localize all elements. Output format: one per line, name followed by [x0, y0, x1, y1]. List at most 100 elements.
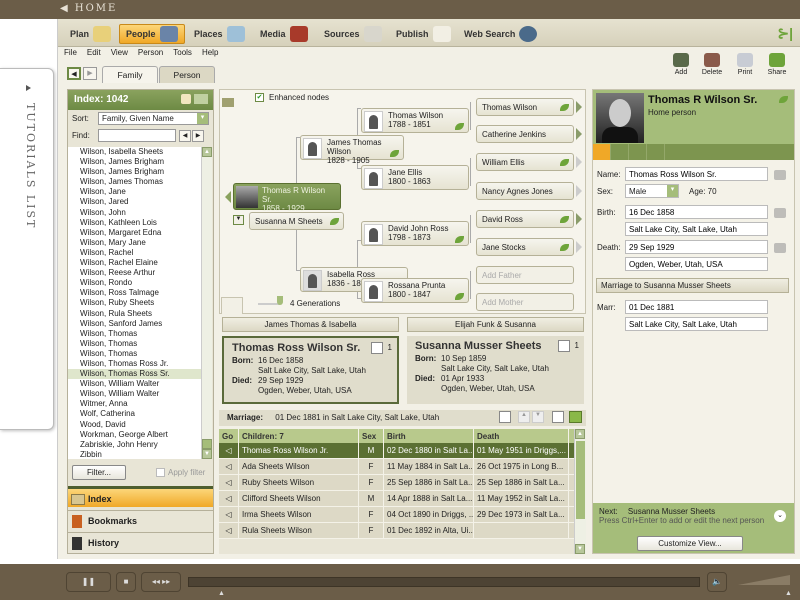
child-row[interactable]: ◁ Rula Sheets Wilson F 01 Dec 1892 in Alta,… — [219, 523, 586, 539]
expand-right-icon[interactable] — [576, 213, 582, 225]
mode-plan[interactable]: Plan — [64, 24, 117, 44]
index-list-item[interactable]: Wilson, James Brigham — [68, 157, 201, 167]
family-icon[interactable] — [499, 411, 511, 423]
index-list-item[interactable]: Zibbin — [68, 450, 201, 459]
pause-button[interactable]: ❚❚ — [66, 572, 111, 592]
stop-button[interactable]: ■ — [116, 572, 136, 592]
add-mother-button[interactable]: Add Mother — [476, 293, 574, 311]
tree-node-root[interactable]: Thomas R Wilson Sr. 1858 - 1929 — [233, 183, 341, 213]
menu-person[interactable]: Person — [138, 48, 163, 62]
index-list-item[interactable]: Wilson, Margaret Edna — [68, 228, 201, 238]
share-button[interactable]: Share — [764, 53, 790, 76]
go-arrow-icon[interactable]: ◁ — [219, 459, 239, 474]
scroll-up-icon[interactable]: ▲ — [575, 429, 585, 439]
tree-node-great-grandparent[interactable]: David Ross — [476, 210, 574, 228]
leaf-hint-icon[interactable] — [779, 96, 788, 103]
wife-parents-button[interactable]: Elijah Funk & Susanna — [407, 317, 584, 332]
move-up-button[interactable]: ▲ — [518, 411, 530, 423]
go-arrow-icon[interactable]: ◁ — [219, 475, 239, 490]
index-list-item[interactable]: Wilson, Rachel Elaine — [68, 258, 201, 268]
tab-family[interactable]: Family — [102, 66, 158, 83]
index-list-item[interactable]: Wilson, Rachel — [68, 248, 201, 258]
columns-menu-icon[interactable] — [194, 94, 208, 104]
go-arrow-icon[interactable]: ◁ — [219, 523, 239, 538]
index-list-item[interactable]: Wilson, William Walter — [68, 389, 201, 399]
expand-left-icon[interactable] — [225, 191, 231, 203]
expand-right-icon[interactable] — [576, 185, 582, 197]
menu-file[interactable]: File — [64, 48, 77, 62]
name-field[interactable] — [625, 167, 768, 181]
nav-index[interactable]: Index — [68, 486, 213, 507]
sex-select[interactable]: Male ▾ — [625, 184, 679, 198]
index-list-item[interactable]: Wilson, James Thomas — [68, 177, 201, 187]
sort-select[interactable]: Family, Given Name ▾ — [98, 112, 209, 125]
birth-date-field[interactable] — [625, 205, 768, 219]
person-photo[interactable] — [596, 93, 644, 143]
refresh-icon[interactable] — [552, 411, 564, 423]
tree-node-maternal-grandmother[interactable]: Rossana Prunta 1800 - 1847 — [361, 278, 469, 303]
index-list-item[interactable]: Zabriskie, John Henry — [68, 440, 201, 450]
nav-history[interactable]: History — [68, 532, 213, 553]
go-arrow-icon[interactable]: ◁ — [219, 491, 239, 506]
husband-card[interactable]: Thomas Ross Wilson Sr. 1 Born: 16 Dec 185… — [222, 336, 399, 404]
index-list-item[interactable]: Wilson, Rondo — [68, 278, 201, 288]
marriage-date-field[interactable] — [625, 300, 768, 314]
find-next-button[interactable]: ▶ — [192, 129, 204, 142]
delete-button[interactable]: Delete — [699, 53, 725, 76]
print-button[interactable]: Print — [732, 53, 758, 76]
child-row[interactable]: ◁ Ruby Sheets Wilson F 25 Sep 1886 in Salt … — [219, 475, 586, 491]
index-list-item[interactable]: Wilson, Mary Jane — [68, 238, 201, 248]
notes-tab-icon[interactable] — [629, 144, 647, 160]
go-arrow-icon[interactable]: ◁ — [219, 507, 239, 522]
tree-node-spouse[interactable]: Susanna M Sheets — [249, 212, 344, 230]
index-list-item[interactable]: Wilson, Thomas — [68, 339, 201, 349]
mode-media[interactable]: Media — [254, 24, 314, 44]
wife-card[interactable]: Susanna Musser Sheets 1 Born: 10 Sep 1859… — [407, 336, 584, 404]
tutorials-list-panel[interactable]: TUTORIALS LIST — [0, 68, 54, 430]
scroll-up-icon[interactable]: ▲ — [202, 147, 212, 157]
index-list-item[interactable]: Wilson, Kathleen Lois — [68, 218, 201, 228]
index-list-item[interactable]: Wilson, Reese Arthur — [68, 268, 201, 278]
expand-next-icon[interactable]: ⌄ — [774, 510, 786, 522]
mode-web-search[interactable]: Web Search — [458, 24, 543, 44]
expand-right-icon[interactable] — [576, 156, 582, 168]
enhanced-nodes-checkbox[interactable]: ✔ — [255, 93, 264, 102]
index-list-item[interactable]: Wilson, Jared — [68, 197, 201, 207]
sources-tab-icon[interactable] — [647, 144, 665, 160]
edit-death-icon[interactable] — [774, 243, 786, 253]
index-list-item[interactable]: Wilson, Isabella Sheets — [68, 147, 201, 157]
scroll-down-icon[interactable]: ▼ — [202, 449, 212, 459]
index-list-item[interactable]: Wilson, Jane — [68, 187, 201, 197]
find-prev-button[interactable]: ◀ — [179, 129, 191, 142]
menu-view[interactable]: View — [111, 48, 128, 62]
home-person-icon[interactable] — [181, 94, 191, 104]
mode-places[interactable]: Places — [188, 24, 251, 44]
index-list-item[interactable]: Wolf, Catherina — [68, 409, 201, 419]
volume-slider[interactable] — [738, 575, 790, 585]
tree-node-maternal-grandfather[interactable]: David John Ross 1798 - 1873 — [361, 221, 469, 246]
child-row[interactable]: ◁ Ada Sheets Wilson F 11 May 1884 in Salt L… — [219, 459, 586, 475]
apply-filter-checkbox[interactable] — [156, 468, 165, 477]
seek-bar[interactable] — [188, 577, 700, 587]
volume-button[interactable]: 🔈 — [707, 572, 727, 592]
move-down-button[interactable]: ▼ — [532, 411, 544, 423]
view-people-icon[interactable] — [221, 297, 243, 314]
edit-tab-icon[interactable] — [593, 144, 611, 160]
go-arrow-icon[interactable]: ◁ — [219, 443, 239, 458]
birth-place-field[interactable] — [625, 222, 768, 236]
tree-node-great-grandparent[interactable]: Thomas Wilson — [476, 98, 574, 116]
expand-right-icon[interactable] — [576, 101, 582, 113]
media-tab-icon[interactable] — [611, 144, 629, 160]
marriage-section-button[interactable]: Marriage to Susanna Musser Sheets — [596, 278, 789, 293]
index-list-item[interactable]: Witmer, Anna — [68, 399, 201, 409]
child-row[interactable]: ◁ Thomas Ross Wilson Jr. M 02 Dec 1880 in S… — [219, 443, 586, 459]
death-date-field[interactable] — [625, 240, 768, 254]
child-row[interactable]: ◁ Irma Sheets Wilson F 04 Oct 1890 in Drigg… — [219, 507, 586, 523]
volume-thumb[interactable]: ▲ — [785, 590, 792, 597]
index-list-item[interactable]: Wilson, Rula Sheets — [68, 309, 201, 319]
spouse-dropdown-button[interactable]: ▼ — [233, 215, 244, 225]
menu-tools[interactable]: Tools — [173, 48, 192, 62]
index-list-item[interactable]: Wilson, Ruby Sheets — [68, 298, 201, 308]
husband-parents-button[interactable]: James Thomas & Isabella — [222, 317, 399, 332]
customize-view-button[interactable]: Customize View... — [637, 536, 743, 551]
